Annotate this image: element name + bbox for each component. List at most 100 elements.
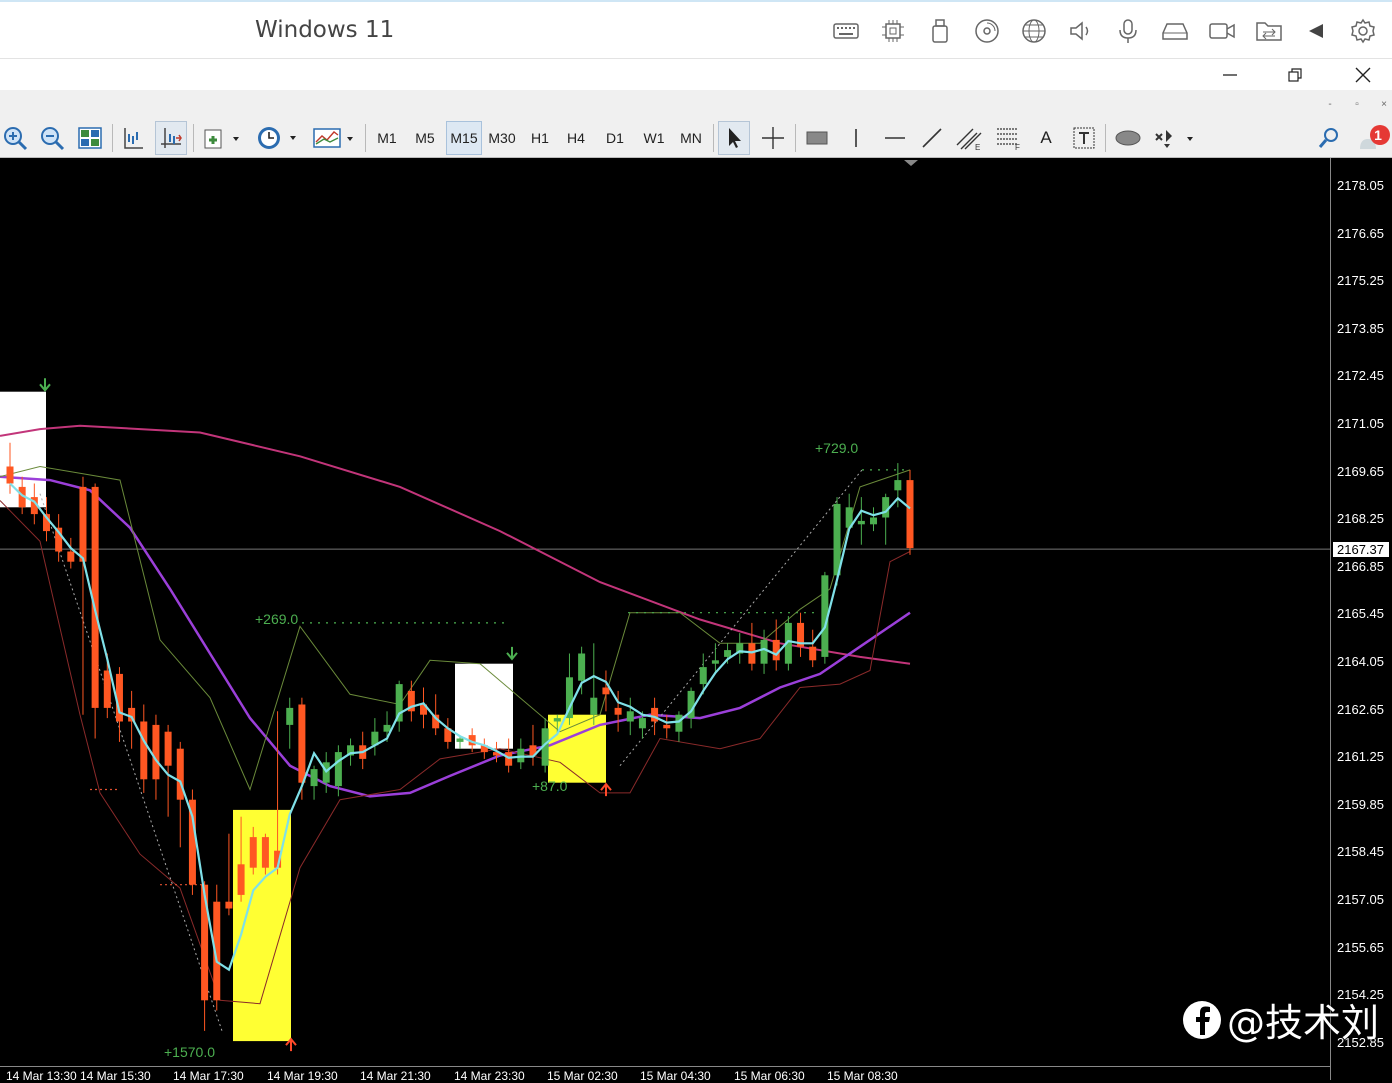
notification-count: 1: [1374, 127, 1382, 143]
sell-arrow-icon: [506, 646, 518, 661]
price-tick-label: 2157.05: [1337, 892, 1384, 907]
drive-icon[interactable]: [1151, 14, 1198, 48]
crosshair-icon[interactable]: [757, 121, 789, 155]
search-icon[interactable]: [1313, 121, 1345, 155]
timeframe-m1-button[interactable]: M1: [370, 121, 404, 155]
mdi-minimize-button[interactable]: -: [1320, 94, 1340, 114]
price-tick-label: 2178.05: [1337, 178, 1384, 193]
text-tool-icon[interactable]: A: [1030, 121, 1062, 155]
horizontal-line-icon[interactable]: [878, 121, 912, 155]
mdi-bar: - ▫ ×: [0, 90, 1392, 118]
chart-shift-icon[interactable]: [118, 121, 148, 155]
vm-toolbar: Windows 11: [0, 0, 1392, 58]
price-tick-label: 2173.85: [1337, 320, 1384, 336]
profit-annotation: +269.0: [255, 611, 299, 627]
price-chart[interactable]: [0, 158, 1392, 1080]
templates-dropdown-icon[interactable]: [310, 121, 358, 155]
candle-body: [699, 667, 707, 685]
back-icon[interactable]: [1292, 14, 1339, 48]
vm-title: Windows 11: [255, 17, 395, 43]
zoom-out-icon[interactable]: [37, 121, 67, 155]
chart-canvas[interactable]: [0, 158, 1330, 1080]
candle-body: [760, 639, 768, 664]
timeframe-m30-button[interactable]: M30: [484, 121, 520, 155]
chart-shift-marker-icon: [904, 160, 918, 166]
candle-body: [663, 724, 671, 729]
candle-body: [638, 718, 646, 729]
price-tick-label: 2176.65: [1337, 225, 1384, 241]
candle-body: [298, 704, 306, 783]
current-price-label: 2167.37: [1333, 542, 1389, 557]
settings-icon[interactable]: [1339, 14, 1386, 48]
timeframe-h1-button[interactable]: H1: [524, 121, 556, 155]
timeframe-w1-button[interactable]: W1: [637, 121, 671, 155]
candle-body: [748, 643, 756, 664]
arrows-dropdown-icon[interactable]: [1150, 121, 1198, 155]
candle-body: [176, 748, 184, 800]
zoom-in-icon[interactable]: [0, 121, 30, 155]
candle-body: [870, 517, 878, 525]
svg-text:E: E: [975, 143, 980, 151]
timeframe-mn-button[interactable]: MN: [674, 121, 708, 155]
time-tick-label: 14 Mar 17:30: [173, 1069, 244, 1083]
mdi-close-button[interactable]: ×: [1374, 94, 1392, 114]
vertical-line-icon[interactable]: [840, 121, 872, 155]
keyboard-icon[interactable]: [822, 14, 869, 48]
candle-body: [67, 551, 75, 562]
candle-body: [553, 718, 561, 722]
trade-connector-line: [39, 493, 223, 1032]
time-tick-label: 14 Mar 19:30: [267, 1069, 338, 1083]
indicators-dropdown-icon[interactable]: [198, 121, 243, 155]
price-tick-label: 2155.65: [1337, 939, 1384, 955]
candle-body: [602, 687, 610, 695]
timeframe-h4-button[interactable]: H4: [560, 121, 592, 155]
timeframe-d1-button[interactable]: D1: [598, 121, 632, 155]
camera-icon[interactable]: [1198, 14, 1245, 48]
candle-body: [103, 670, 111, 708]
close-button[interactable]: [1330, 59, 1392, 91]
fibonacci-icon[interactable]: F: [992, 121, 1026, 155]
globe-icon[interactable]: [1010, 14, 1057, 48]
vm-icons: [822, 14, 1386, 48]
auto-scroll-icon[interactable]: [155, 121, 187, 155]
speaker-icon[interactable]: [1057, 14, 1104, 48]
microphone-icon[interactable]: [1104, 14, 1151, 48]
price-tick-label: 2162.65: [1337, 701, 1384, 717]
usb-icon[interactable]: [916, 14, 963, 48]
text-label-icon[interactable]: [1068, 121, 1100, 155]
minimize-button[interactable]: [1197, 59, 1263, 91]
notifications-icon[interactable]: 1: [1352, 121, 1392, 155]
candle-body: [334, 752, 342, 787]
candle-body: [237, 864, 245, 895]
price-tick-label: 2165.45: [1337, 606, 1384, 622]
candle-body: [590, 697, 598, 715]
time-tick-label: 14 Mar 21:30: [360, 1069, 431, 1083]
mdi-restore-button[interactable]: ▫: [1347, 94, 1367, 114]
trendline-icon[interactable]: [916, 121, 948, 155]
rectangle-icon[interactable]: [800, 121, 834, 155]
time-tick-label: 15 Mar 02:30: [547, 1069, 618, 1083]
disc-icon[interactable]: [963, 14, 1010, 48]
periods-dropdown-icon[interactable]: [253, 121, 301, 155]
ellipse-icon[interactable]: [1110, 121, 1146, 155]
candle-body: [809, 646, 817, 661]
candle-body: [79, 486, 87, 562]
candle-body: [6, 466, 14, 484]
candle-body: [517, 748, 525, 763]
candle-body: [772, 639, 780, 661]
equidistant-channel-icon[interactable]: E: [952, 121, 986, 155]
candle-body: [724, 650, 732, 657]
time-tick-label: 14 Mar 23:30: [454, 1069, 525, 1083]
profit-annotation: +729.0: [815, 440, 859, 456]
tile-windows-icon[interactable]: [75, 121, 105, 155]
buy-arrow-icon: [600, 782, 612, 797]
window-titlebar: [0, 58, 1392, 90]
candle-body: [578, 653, 586, 681]
timeframe-m15-button[interactable]: M15: [446, 121, 482, 155]
restore-button[interactable]: [1262, 59, 1328, 91]
shared-folder-icon[interactable]: [1245, 14, 1292, 48]
cpu-icon[interactable]: [869, 14, 916, 48]
candle-body: [894, 480, 902, 491]
timeframe-m5-button[interactable]: M5: [408, 121, 442, 155]
cursor-icon[interactable]: [718, 121, 750, 155]
